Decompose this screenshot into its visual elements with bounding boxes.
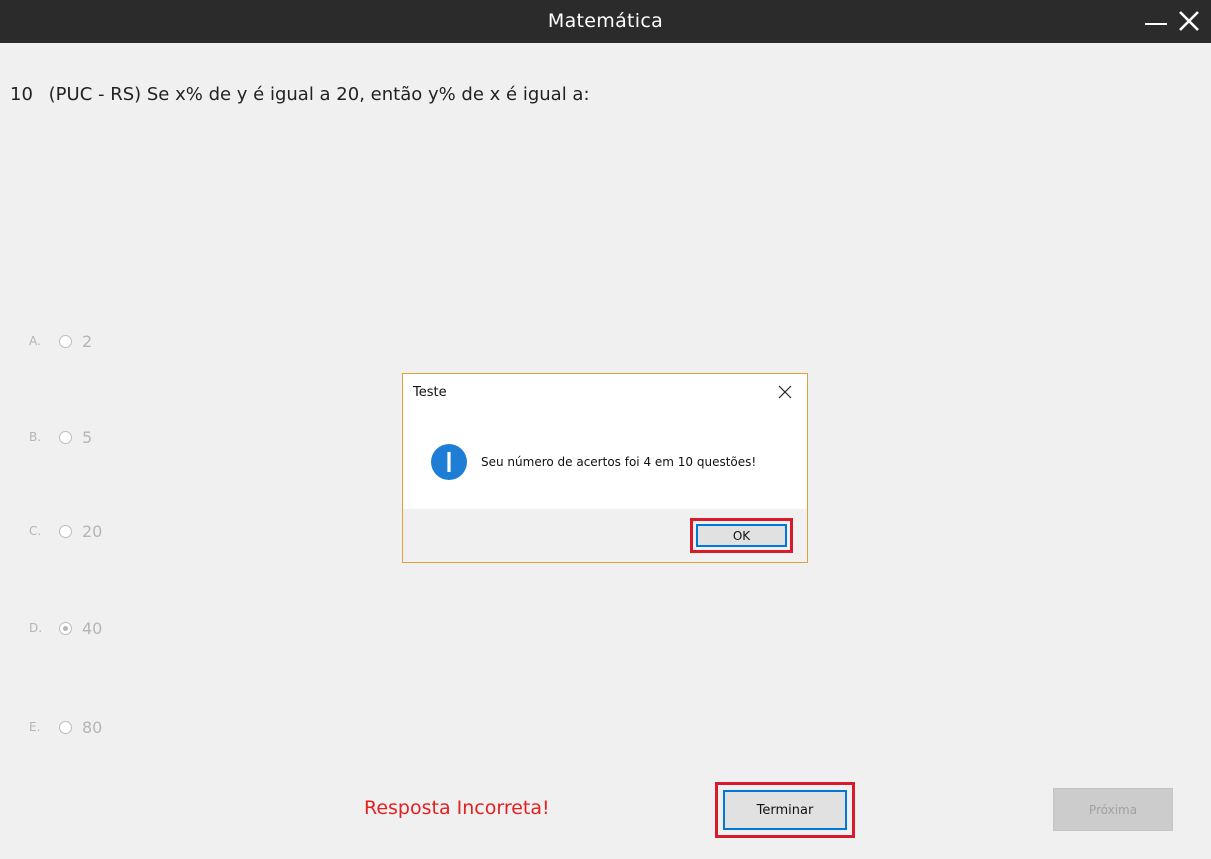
question-text: (PUC - RS) Se x% de y é igual a 20, entã…	[48, 84, 590, 105]
option-d[interactable]: D. 40	[29, 618, 102, 638]
radio-button[interactable]	[59, 334, 72, 348]
terminar-button[interactable]: Terminar	[723, 790, 847, 830]
option-letter: D.	[29, 621, 43, 635]
option-value: 5	[82, 427, 93, 447]
dialog-title: Teste	[413, 385, 447, 400]
option-letter: E.	[29, 720, 41, 734]
window-title: Matemática	[547, 10, 664, 32]
option-letter: A.	[29, 334, 41, 348]
terminar-button-highlight: Terminar	[715, 782, 855, 838]
option-value: 40	[82, 618, 103, 638]
question-number: 10	[10, 84, 33, 105]
option-a[interactable]: A. 2	[29, 331, 92, 351]
radio-button[interactable]	[59, 524, 72, 538]
question: 10 (PUC - RS) Se x% de y é igual a 20, e…	[10, 84, 590, 105]
title-bar: Matemática	[0, 0, 1211, 43]
ok-button-highlight: OK	[690, 518, 793, 553]
ok-button[interactable]: OK	[696, 524, 787, 547]
radio-button[interactable]	[59, 720, 72, 734]
option-letter: C.	[29, 524, 42, 538]
minimize-icon[interactable]	[1143, 8, 1169, 34]
option-value: 20	[82, 521, 103, 541]
info-icon	[430, 443, 468, 481]
option-c[interactable]: C. 20	[29, 521, 102, 541]
dialog-message: Seu número de acertos foi 4 em 10 questõ…	[481, 455, 757, 469]
result-message: Resposta Incorreta!	[364, 797, 550, 819]
option-b[interactable]: B. 5	[29, 427, 92, 447]
option-value: 80	[82, 717, 103, 737]
radio-button[interactable]	[59, 430, 72, 444]
close-icon[interactable]	[1176, 8, 1202, 34]
message-dialog: Teste Seu número de acertos foi 4 em 10 …	[402, 373, 808, 563]
close-icon[interactable]	[777, 384, 793, 400]
option-value: 2	[82, 331, 93, 351]
proxima-button[interactable]: Próxima	[1053, 788, 1173, 831]
option-e[interactable]: E. 80	[29, 717, 102, 737]
radio-button-selected[interactable]	[59, 621, 72, 635]
dialog-footer: OK	[403, 509, 807, 562]
option-letter: B.	[29, 430, 42, 444]
